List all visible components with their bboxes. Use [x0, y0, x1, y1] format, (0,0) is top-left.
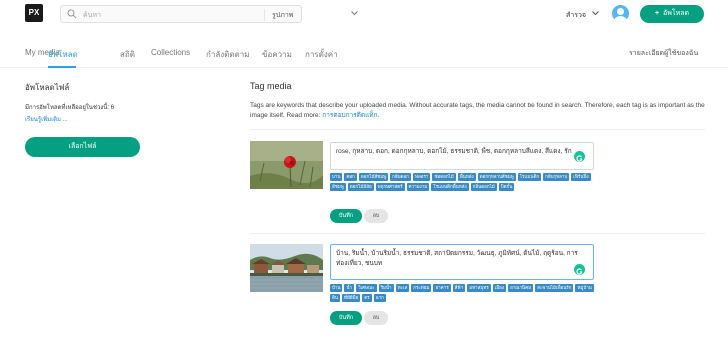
tag-chip[interactable]: บ้าน	[330, 284, 343, 292]
tag-chip[interactable]: ช่อดอกไม้	[432, 173, 456, 181]
tag-chip[interactable]: ดอกกุหลาบสีชมพู	[477, 173, 516, 181]
search-input[interactable]: ค้นหา	[83, 10, 101, 21]
tag-chip[interactable]: พื้นหลัง	[457, 173, 476, 181]
learn-more-link[interactable]: เรียนรู้เพิ่มเติม ...	[25, 114, 68, 124]
upload-panel-title: อัพโหลดไฟล์	[25, 83, 70, 92]
tag-chip[interactable]: เฟิร์นปิ้ง	[571, 173, 591, 181]
tag-chip[interactable]: ฉาก	[373, 294, 386, 302]
tag-chip[interactable]: อาคาร	[433, 284, 451, 292]
tag-chip[interactable]: กลีบดอก	[390, 173, 411, 181]
tag-chip[interactable]: สะพานไม้เพื่อนรัก	[535, 284, 574, 292]
tag-chip[interactable]: สีชมพู	[330, 183, 346, 191]
tagging-help-link[interactable]: การตอบการติดแท็ก.	[322, 112, 379, 119]
save-button[interactable]: บันทึก	[330, 311, 362, 325]
search-bar[interactable]: ค้นหา รูปภาพ	[60, 5, 358, 23]
tag-chip[interactable]: กลีบกุหลาบ	[543, 173, 570, 181]
search-type-select[interactable]: รูปภาพ	[272, 10, 293, 21]
tag-chip[interactable]: สีฟ้า	[452, 284, 466, 292]
search-icon	[67, 9, 77, 19]
media-thumbnail-riverside[interactable]	[250, 244, 323, 292]
tags-input[interactable]: rose, กุหลาบ, ดอก, ดอกกุหลาบ, ดอกไม้, ธร…	[330, 142, 594, 170]
divider	[250, 129, 705, 130]
explore-menu[interactable]: สำรวจ	[566, 10, 586, 21]
grammar-check-icon	[574, 264, 585, 275]
tag-chip[interactable]: โรแมนติกพื้นหลัง	[431, 183, 469, 191]
tag-chip[interactable]: หมู่บ้าน	[575, 284, 594, 292]
tag-chip[interactable]: ดอกไม้มีสัย	[347, 183, 374, 191]
tag-chip[interactable]: ริมน้ำ	[378, 284, 394, 292]
divider	[250, 233, 705, 234]
tab-bar: My media อัพโหลด สถิติ Collections กำลัง…	[0, 44, 728, 68]
save-button[interactable]: บันทึก	[330, 209, 362, 223]
tag-chip[interactable]: ตร	[362, 294, 372, 302]
tag-media-description: Tags are keywords that describe your upl…	[250, 102, 705, 119]
tag-chip[interactable]: พฤกษศาสตร์	[375, 183, 405, 191]
delete-button[interactable]: ลบ	[364, 311, 388, 325]
tab-upload[interactable]: อัพโหลด	[48, 48, 78, 61]
tag-chip[interactable]: ความงาม	[406, 183, 430, 191]
suggested-tags: บ้าน น้ำ วิเศษณะ ริมน้ำ ทะเล กระท่อม อาคาร สีฟ้…	[330, 284, 594, 302]
tag-media-title: Tag media	[250, 81, 292, 91]
tag-chip[interactable]: วิเศษณะ	[356, 284, 377, 292]
tag-chip[interactable]: ดิน	[330, 294, 340, 302]
logo[interactable]: PX	[25, 4, 43, 22]
tab-following[interactable]: กำลังติดตาม	[206, 48, 250, 61]
tag-chip[interactable]: กลิ่นดอกไม้	[470, 183, 497, 191]
tag-chip[interactable]: กระท่อม	[411, 284, 432, 292]
tag-chip[interactable]: บาน	[330, 173, 343, 181]
top-bar: PX ค้นหา รูปภาพ สำรวจ + อัพโหลด	[0, 0, 728, 29]
tab-stats[interactable]: สถิติ	[120, 48, 135, 61]
suggested-tags: บาน ดอก ดอกไม้สีชมพู กลีบดอก ฟลอรา ช่อดอกไม้พ…	[330, 173, 594, 191]
delete-button[interactable]: ลบ	[364, 209, 388, 223]
avatar[interactable]	[612, 5, 629, 22]
tags-input[interactable]: บ้าน, ริมน้ำ, บ้านริมน้ำ, ธรรมชาติ, สถาป…	[330, 244, 594, 280]
tag-chip[interactable]: ทะเล	[395, 284, 410, 292]
tag-chip[interactable]: เมือง	[492, 284, 507, 292]
tag-chip[interactable]: ปิดกั้น	[498, 183, 515, 191]
tab-collections[interactable]: Collections	[151, 48, 190, 57]
tag-chip[interactable]: น้ำ	[344, 284, 355, 292]
user-details-link[interactable]: รายละเอียดผู้ใช้ของฉัน	[629, 48, 698, 59]
grammar-check-icon	[574, 151, 585, 162]
media-thumbnail-rose[interactable]	[250, 141, 323, 189]
tag-chip[interactable]: ฟลอรา	[412, 173, 431, 181]
tag-chip[interactable]: โรแมนติก	[517, 173, 542, 181]
tab-messages[interactable]: ข้อความ	[262, 48, 292, 61]
choose-file-button[interactable]: เลือกไฟล์	[25, 137, 140, 157]
search-separator	[264, 9, 265, 21]
tag-chip[interactable]: ที่มีฝีมือ	[342, 294, 361, 302]
tag-chip[interactable]: ดอกไม้สีชมพู	[358, 173, 389, 181]
tab-settings[interactable]: การตั้งค่า	[305, 48, 338, 61]
chevron-down-icon[interactable]	[592, 11, 599, 16]
tag-chip[interactable]: อาณานิคม	[508, 284, 534, 292]
tag-chip[interactable]: มหาสมุทร	[467, 284, 491, 292]
active-tab-indicator	[48, 66, 76, 68]
upload-button[interactable]: + อัพโหลด	[640, 5, 704, 23]
remaining-uploads: มีการอัพโหลดที่เหลืออยู่ในช่วงนี้: 6	[25, 105, 115, 111]
chevron-down-icon[interactable]	[351, 11, 358, 16]
tag-chip[interactable]: ดอก	[344, 173, 357, 181]
